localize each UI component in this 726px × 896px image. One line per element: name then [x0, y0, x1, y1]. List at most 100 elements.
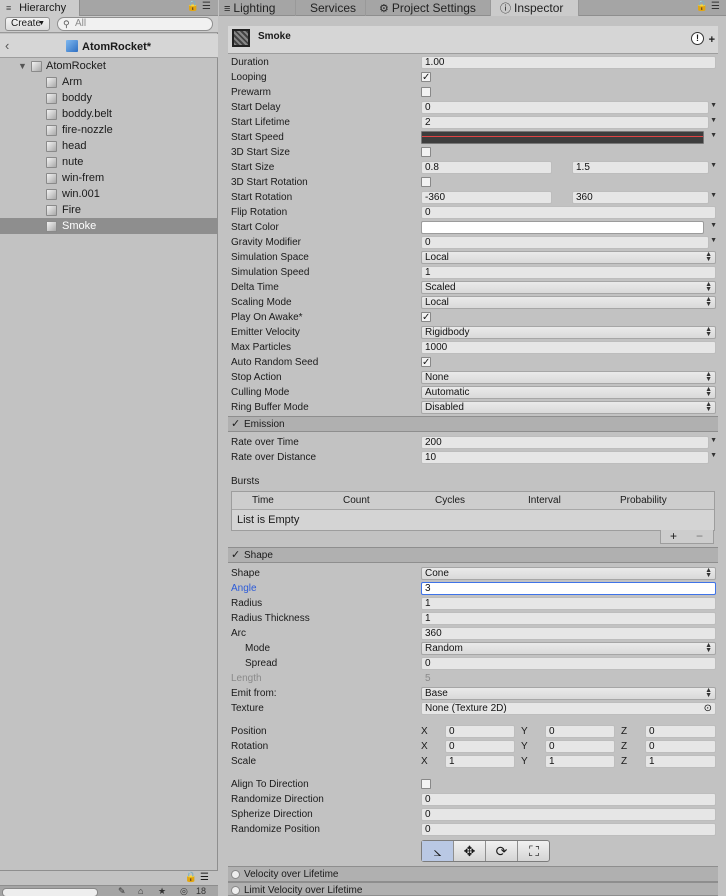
randomize-direction-field[interactable]: 0	[421, 793, 716, 806]
move-tool-button[interactable]: ✥	[454, 841, 486, 861]
scale-tool-button[interactable]: ⛶	[518, 841, 550, 861]
tree-item[interactable]: win-frem	[0, 170, 218, 186]
tree-item-root[interactable]: ▼ AtomRocket	[0, 58, 218, 74]
visibility-icon[interactable]: ◎	[180, 886, 188, 896]
rotate-tool-button[interactable]: ⟳	[486, 841, 518, 861]
start-size-max-field[interactable]: 1.5	[572, 161, 709, 174]
3d-start-rotation-checkbox[interactable]	[421, 177, 431, 187]
3d-start-size-checkbox[interactable]	[421, 147, 431, 157]
gravity-modifier-field[interactable]: 0	[421, 236, 709, 249]
simulation-space-dropdown[interactable]: Local ▲ ▼	[421, 251, 716, 264]
color-mode-caret-icon[interactable]: ▼	[710, 222, 717, 229]
curve-mode-caret-icon[interactable]: ▼	[710, 452, 717, 459]
help-icon[interactable]: !	[691, 32, 704, 45]
start-size-min-field[interactable]: 0.8	[421, 161, 552, 174]
tab-hierarchy[interactable]: ≡ Hierarchy	[0, 0, 80, 16]
auto-random-seed-checkbox[interactable]: ✓	[421, 357, 431, 368]
tree-item[interactable]: win.001	[0, 186, 218, 202]
randomize-position-field[interactable]: 0	[421, 823, 716, 836]
curve-mode-caret-icon[interactable]: ▼	[710, 102, 717, 109]
delta-time-dropdown[interactable]: Scaled ▲ ▼	[421, 281, 716, 294]
module-enable-toggle[interactable]	[231, 886, 240, 895]
emitter-velocity-dropdown[interactable]: Rigidbody ▲ ▼	[421, 326, 716, 339]
add-burst-icon[interactable]: +	[670, 529, 677, 543]
scale-x-field[interactable]: 1	[445, 755, 515, 768]
lock-icon[interactable]: 🔒	[696, 1, 711, 12]
radius-field[interactable]: 1	[421, 597, 716, 610]
curve-mode-caret-icon[interactable]: ▼	[710, 117, 717, 124]
add-module-icon[interactable]: +	[709, 34, 715, 46]
module-velocity-over-lifetime-header[interactable]: Velocity over Lifetime	[228, 866, 718, 882]
tree-item[interactable]: Arm	[0, 74, 218, 90]
object-picker-icon[interactable]: ⊙	[704, 703, 712, 714]
menu-icon[interactable]: ☰	[200, 872, 212, 883]
position-z-field[interactable]: 0	[645, 725, 716, 738]
start-speed-curve[interactable]	[421, 131, 704, 144]
ring-buffer-mode-dropdown[interactable]: Disabled ▲ ▼	[421, 401, 716, 414]
menu-icon[interactable]: ☰	[202, 1, 214, 12]
flip-rotation-field[interactable]: 0	[421, 206, 716, 219]
footer-search-input[interactable]	[2, 888, 98, 896]
simulation-speed-field[interactable]: 1	[421, 266, 716, 279]
position-y-field[interactable]: 0	[545, 725, 615, 738]
fold-open-icon[interactable]: ▼	[18, 58, 27, 74]
culling-mode-dropdown[interactable]: Automatic ▲ ▼	[421, 386, 716, 399]
looping-checkbox[interactable]: ✓	[421, 72, 431, 83]
start-lifetime-field[interactable]: 2	[421, 116, 709, 129]
tree-item[interactable]: nute	[0, 154, 218, 170]
align-to-direction-checkbox[interactable]	[421, 779, 431, 789]
tree-item[interactable]: boddy.belt	[0, 106, 218, 122]
angle-field[interactable]: 3	[421, 582, 716, 595]
back-icon[interactable]: ‹	[5, 38, 9, 53]
stop-action-dropdown[interactable]: None ▲ ▼	[421, 371, 716, 384]
scaling-mode-dropdown[interactable]: Local ▲ ▼	[421, 296, 716, 309]
module-limit-velocity-header[interactable]: Limit Velocity over Lifetime	[228, 882, 718, 896]
menu-icon[interactable]: ☰	[711, 1, 723, 12]
lock-icon[interactable]: 🔒	[187, 1, 202, 12]
curve-mode-caret-icon[interactable]: ▼	[710, 437, 717, 444]
tree-item[interactable]: fire-nozzle	[0, 122, 218, 138]
position-x-field[interactable]: 0	[445, 725, 515, 738]
spherize-direction-field[interactable]: 0	[421, 808, 716, 821]
edit-shape-button[interactable]: ⦣	[422, 841, 454, 861]
module-enabled-check-icon[interactable]: ✓	[231, 548, 240, 561]
tab-project-settings[interactable]: ⚙ Project Settings	[366, 0, 491, 16]
start-color-swatch[interactable]	[421, 221, 704, 234]
tab-services[interactable]: Services	[296, 0, 366, 16]
arc-mode-dropdown[interactable]: Random ▲ ▼	[421, 642, 716, 655]
start-rotation-min-field[interactable]: -360	[421, 191, 552, 204]
tree-item[interactable]: head	[0, 138, 218, 154]
tab-inspector[interactable]: ⓘ Inspector	[491, 0, 579, 16]
module-enabled-check-icon[interactable]: ✓	[231, 417, 240, 430]
start-rotation-max-field[interactable]: 360	[572, 191, 709, 204]
prewarm-checkbox[interactable]	[421, 87, 431, 97]
module-shape-header[interactable]: ✓ Shape	[228, 547, 718, 563]
play-on-awake-checkbox[interactable]: ✓	[421, 312, 431, 323]
star-icon[interactable]: ★	[158, 886, 166, 896]
max-particles-field[interactable]: 1000	[421, 341, 716, 354]
tree-item[interactable]: boddy	[0, 90, 218, 106]
create-button[interactable]: Create ▼	[5, 17, 50, 31]
tab-lighting[interactable]: ≡ Lighting	[219, 0, 296, 16]
scale-y-field[interactable]: 1	[545, 755, 615, 768]
curve-mode-caret-icon[interactable]: ▼	[710, 192, 717, 199]
curve-mode-caret-icon[interactable]: ▼	[710, 132, 717, 139]
rotation-z-field[interactable]: 0	[645, 740, 716, 753]
shape-dropdown[interactable]: Cone ▲ ▼	[421, 567, 716, 580]
brush-icon[interactable]: ✎	[118, 886, 126, 896]
module-enable-toggle[interactable]	[231, 870, 240, 879]
texture-object-field[interactable]: None (Texture 2D) ⊙	[421, 702, 716, 715]
tree-item-selected[interactable]: Smoke	[0, 218, 218, 234]
hierarchy-search-input[interactable]: ⚲ All	[57, 17, 213, 31]
lock-icon[interactable]: 🔒	[185, 872, 200, 883]
rotation-y-field[interactable]: 0	[545, 740, 615, 753]
rate-over-distance-field[interactable]: 10	[421, 451, 709, 464]
duration-field[interactable]: 1.00	[421, 56, 716, 69]
arc-spread-field[interactable]: 0	[421, 657, 716, 670]
arc-field[interactable]: 360	[421, 627, 716, 640]
emit-from-dropdown[interactable]: Base ▲ ▼	[421, 687, 716, 700]
rate-over-time-field[interactable]: 200	[421, 436, 709, 449]
curve-mode-caret-icon[interactable]: ▼	[710, 162, 717, 169]
tree-item[interactable]: Fire	[0, 202, 218, 218]
tag-icon[interactable]: ⌂	[138, 886, 143, 896]
